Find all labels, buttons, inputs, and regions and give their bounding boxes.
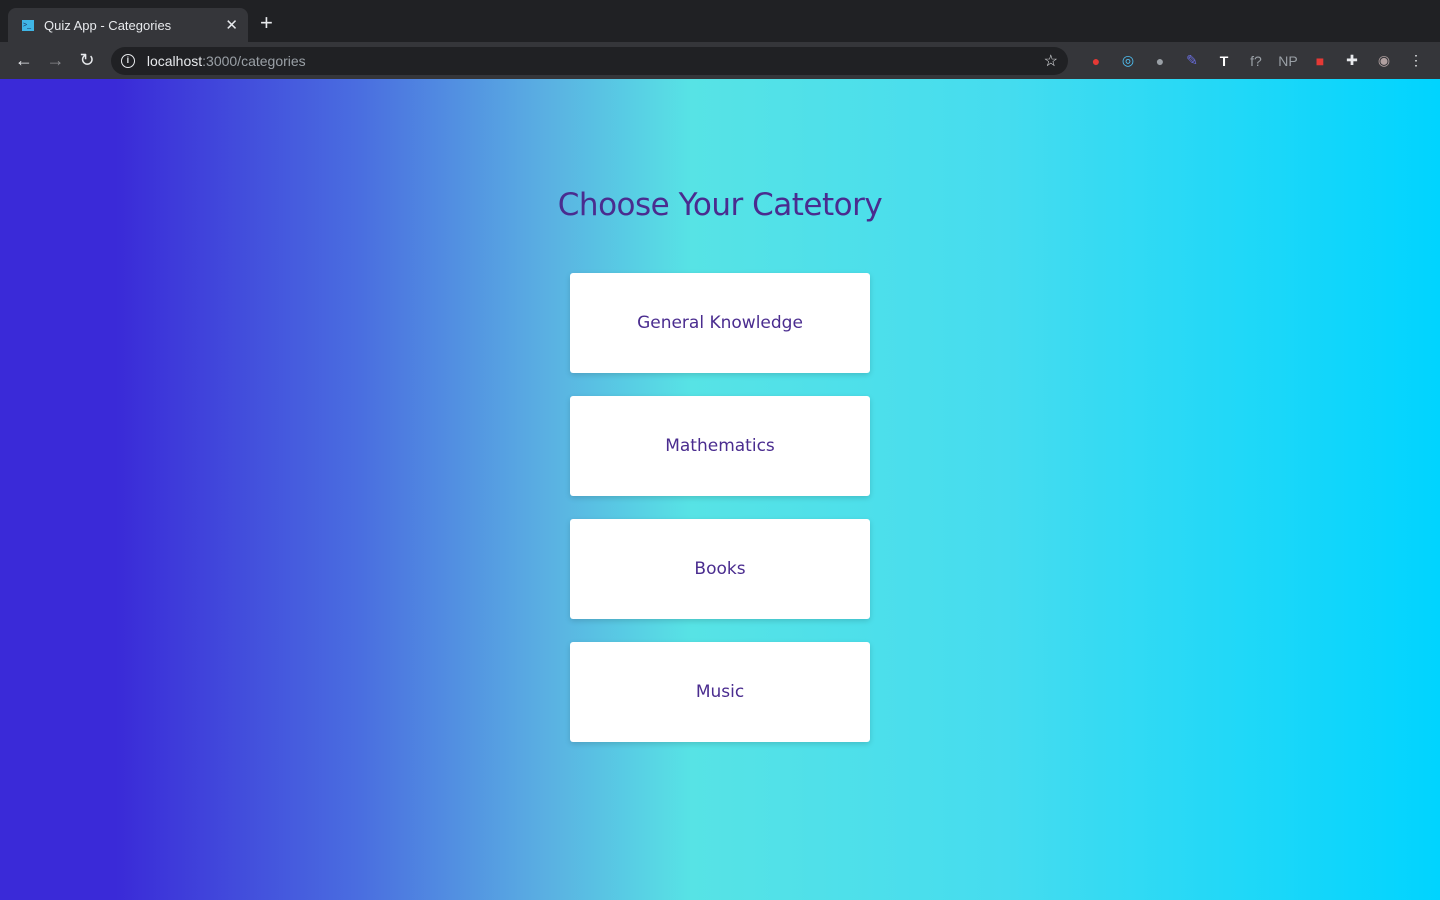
puzzle-icon[interactable]: ✚ (1336, 52, 1368, 69)
tab-title: Quiz App - Categories (44, 17, 172, 33)
avatar[interactable]: ◉ (1368, 52, 1400, 69)
url-path: :3000/categories (202, 52, 306, 69)
extensions: ● ◎ ● ✎ T f? NP ■ ✚ ◉ ⋮ (1080, 52, 1432, 69)
formula-icon[interactable]: f? (1240, 53, 1272, 69)
page-title: Choose Your Catetory (557, 187, 883, 223)
browser-tab[interactable]: >_ Quiz App - Categories ✕ (8, 8, 248, 42)
circle-ring-icon[interactable]: ◎ (1112, 52, 1144, 69)
gear-red-icon[interactable]: ■ (1304, 53, 1336, 69)
favicon-icon: >_ (22, 19, 34, 31)
back-button[interactable]: ← (8, 50, 40, 71)
np-icon[interactable]: NP (1272, 53, 1304, 69)
pen-icon[interactable]: ✎ (1176, 52, 1208, 69)
category-books[interactable]: Books (570, 519, 870, 619)
category-music[interactable]: Music (570, 642, 870, 742)
bookmark-star-icon[interactable]: ☆ (1044, 51, 1058, 71)
toolbar: ← → ↻ i localhost:3000/categories ☆ ● ◎ … (0, 42, 1440, 79)
url-host: localhost (146, 52, 203, 69)
stop-hand-icon[interactable]: ● (1080, 53, 1112, 69)
category-list: General Knowledge Mathematics Books Musi… (570, 273, 870, 742)
new-tab-button[interactable]: + (260, 10, 273, 36)
menu-icon[interactable]: ⋮ (1400, 52, 1432, 69)
text-t-icon[interactable]: T (1208, 53, 1240, 69)
mic-icon[interactable]: ● (1144, 53, 1176, 69)
reload-button[interactable]: ↻ (71, 50, 103, 71)
address-bar[interactable]: i localhost:3000/categories ☆ (110, 46, 1068, 75)
forward-button[interactable]: → (40, 50, 72, 71)
tab-bar: >_ Quiz App - Categories ✕ + (0, 0, 1440, 42)
page-content: Choose Your Catetory General Knowledge M… (0, 79, 1440, 900)
category-mathematics[interactable]: Mathematics (570, 396, 870, 496)
close-tab-icon[interactable]: ✕ (225, 16, 238, 34)
category-general-knowledge[interactable]: General Knowledge (570, 273, 870, 373)
info-icon[interactable]: i (120, 53, 135, 68)
